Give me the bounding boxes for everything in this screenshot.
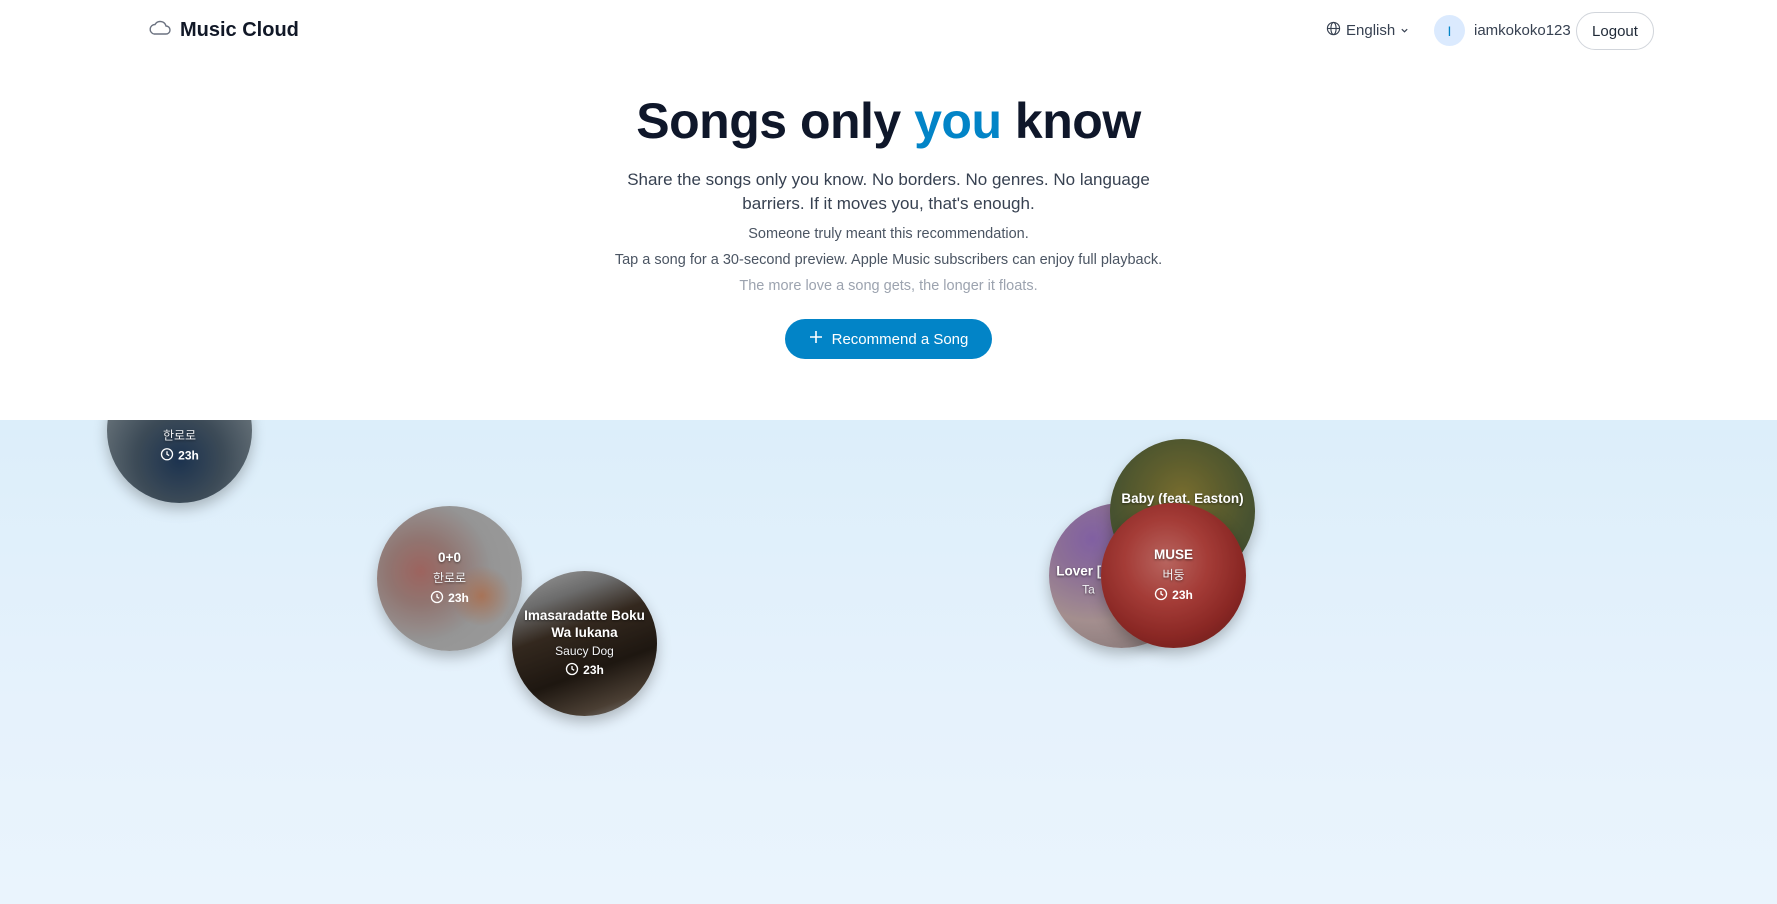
top-bar: Music Cloud English I iamkokoko123 Logou…: [0, 0, 1777, 62]
language-selector[interactable]: English: [1326, 21, 1409, 40]
hero-note-preview: Tap a song for a 30-second preview. Appl…: [614, 252, 1163, 268]
song-time-left: 23h: [178, 448, 199, 463]
song-artist: 한로로: [162, 427, 197, 442]
song-title: 0+0: [438, 549, 461, 565]
song-artist: 한로로: [432, 570, 467, 585]
chevron-down-icon: [1400, 22, 1409, 39]
song-timer: 23h: [1154, 587, 1193, 604]
song-timer: 23h: [430, 590, 469, 607]
song-cloud-area: 한로로 23h 0+0 한로로 23h Imasaradatte Boku Wa…: [0, 420, 1777, 904]
song-title: MUSE: [1153, 546, 1193, 562]
avatar[interactable]: I: [1434, 15, 1465, 46]
song-bubble[interactable]: MUSE 버둥 23h: [1101, 503, 1246, 648]
plus-icon: [809, 330, 823, 348]
hero-note-floating: The more love a song gets, the longer it…: [739, 278, 1038, 294]
language-label: English: [1346, 22, 1396, 39]
song-bubble[interactable]: Imasaradatte Boku Wa Iukana Saucy Dog 23…: [512, 571, 657, 716]
recommend-song-label: Recommend a Song: [831, 330, 969, 348]
song-artist: 버둥: [1162, 567, 1185, 582]
song-time-left: 23h: [583, 663, 604, 677]
song-title: Imasaradatte Boku Wa Iukana: [524, 607, 645, 640]
clock-icon: [430, 590, 444, 607]
cloud-icon: [148, 18, 172, 43]
song-time-left: 23h: [1172, 588, 1193, 602]
page-title: Songs only you know: [0, 92, 1777, 150]
clock-icon: [565, 662, 579, 679]
song-artist: Saucy Dog: [555, 643, 614, 658]
song-bubble[interactable]: 0+0 한로로 23h: [377, 506, 522, 651]
hero-note-recommendation: Someone truly meant this recommendation.: [748, 226, 1029, 242]
song-timer: 23h: [160, 447, 199, 464]
song-time-left: 23h: [448, 591, 469, 605]
logout-button[interactable]: Logout: [1576, 12, 1654, 50]
title-part-2: know: [1001, 93, 1141, 149]
title-part-1: Songs only: [636, 93, 915, 149]
song-bubble[interactable]: 한로로 23h: [107, 420, 252, 503]
song-timer: 23h: [565, 662, 604, 679]
hero-description: Share the songs only you know. No border…: [627, 170, 1150, 213]
username[interactable]: iamkokoko123: [1474, 22, 1571, 39]
brand[interactable]: Music Cloud: [148, 18, 299, 43]
globe-icon: [1326, 21, 1341, 40]
title-accent: you: [914, 93, 1002, 149]
clock-icon: [1154, 587, 1168, 604]
brand-name: Music Cloud: [180, 19, 299, 41]
recommend-song-button[interactable]: Recommend a Song: [784, 319, 993, 359]
clock-icon: [160, 447, 174, 464]
hero-section: Songs only you know Share the songs only…: [0, 62, 1777, 359]
